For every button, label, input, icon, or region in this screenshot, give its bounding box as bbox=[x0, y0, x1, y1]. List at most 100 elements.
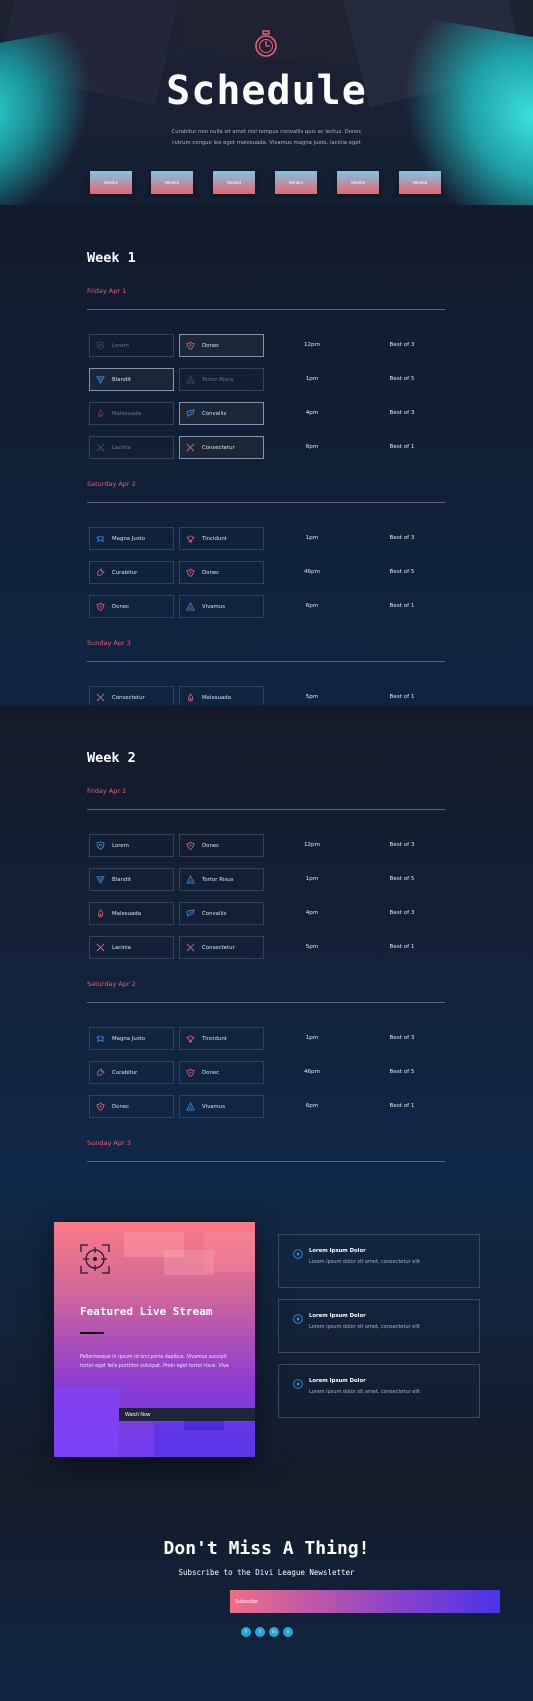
watch-now-button[interactable]: Watch Now bbox=[119, 1408, 255, 1421]
team-card-2[interactable]: Tortor Risus bbox=[179, 868, 264, 891]
eagle-icon bbox=[186, 1035, 195, 1043]
match-format: Best of 5 bbox=[389, 376, 415, 382]
team-name: Donec bbox=[112, 1103, 130, 1110]
beast-icon bbox=[186, 841, 195, 850]
team-card-2[interactable]: Donec bbox=[179, 834, 264, 857]
dragon-icon bbox=[97, 1068, 105, 1076]
team-name: Tortor Risus bbox=[202, 376, 234, 383]
team-name: Donec bbox=[202, 842, 220, 849]
team-card-1[interactable]: Curabitur bbox=[89, 561, 174, 584]
pixel-decoration bbox=[54, 1387, 119, 1457]
team-card-2[interactable]: Convallis bbox=[179, 902, 264, 925]
team-name: Curabitur bbox=[112, 1069, 138, 1076]
stream-list-item[interactable]: Lorem Ipsum Dolor Lorem ipsum dolor sit a… bbox=[278, 1234, 480, 1288]
play-icon bbox=[293, 1249, 303, 1259]
stream-list-item[interactable]: Lorem Ipsum Dolor Lorem ipsum dolor sit a… bbox=[278, 1299, 480, 1353]
team-name: Tincidunt bbox=[202, 1035, 227, 1042]
team-name: Lacinia bbox=[112, 944, 131, 951]
stream-list-item[interactable]: Lorem Ipsum Dolor Lorem ipsum dolor sit a… bbox=[278, 1364, 480, 1418]
beast-icon bbox=[96, 1102, 105, 1111]
shield-icon bbox=[96, 841, 105, 850]
match-time: 4pm bbox=[305, 910, 319, 916]
emblem-icon bbox=[96, 876, 105, 884]
day-divider bbox=[87, 309, 445, 310]
team-card-2[interactable]: Vivamus bbox=[179, 1095, 264, 1118]
match-format: Best of 3 bbox=[389, 842, 415, 848]
team-card-2[interactable]: Consectetur bbox=[179, 436, 264, 459]
team-card-2[interactable]: Tortor Risus bbox=[179, 368, 264, 391]
team-card-1[interactable]: Malesuada bbox=[89, 402, 174, 425]
team-card-2[interactable]: Tincidunt bbox=[179, 1027, 264, 1050]
stream-item-description: Lorem ipsum dolor sit amet, consectetur … bbox=[309, 1389, 421, 1395]
team-name: Consectetur bbox=[202, 944, 235, 951]
facebook-icon[interactable]: f bbox=[241, 1627, 251, 1637]
team-name: Magna Justo bbox=[112, 1035, 146, 1042]
team-card-1[interactable]: Lorem bbox=[89, 334, 174, 357]
team-card-2[interactable]: Vivamus bbox=[179, 595, 264, 618]
team-name: Consectetur bbox=[112, 694, 145, 701]
subscribe-button[interactable]: Subscribe bbox=[230, 1590, 500, 1613]
vimeo-icon[interactable]: v bbox=[283, 1627, 293, 1637]
week-button-4[interactable]: Week4 bbox=[275, 171, 317, 194]
play-icon bbox=[293, 1314, 303, 1324]
match-format: Best of 3 bbox=[389, 410, 415, 416]
team-card-1[interactable]: Lacinia bbox=[89, 436, 174, 459]
team-card-2[interactable]: Donec bbox=[179, 334, 264, 357]
day-label: Saturday Apr 2 bbox=[87, 480, 136, 488]
team-card-2[interactable]: Donec bbox=[179, 1061, 264, 1084]
week-button-2[interactable]: Week2 bbox=[151, 171, 193, 194]
team-card-1[interactable]: Donec bbox=[89, 595, 174, 618]
team-name: Donec bbox=[202, 342, 220, 349]
team-card-2[interactable]: Consectetur bbox=[179, 936, 264, 959]
team-card-1[interactable]: Blandit bbox=[89, 368, 174, 391]
wing-icon bbox=[186, 409, 195, 418]
team-name: Malesuada bbox=[202, 694, 232, 701]
linkedin-icon[interactable]: in bbox=[269, 1627, 279, 1637]
peak-icon bbox=[186, 375, 195, 384]
hero-light-left bbox=[0, 25, 100, 205]
match-format: Best of 1 bbox=[389, 444, 415, 450]
team-card-1[interactable]: Blandit bbox=[89, 868, 174, 891]
team-card-2[interactable]: Tincidunt bbox=[179, 527, 264, 550]
twitter-icon[interactable]: t bbox=[255, 1627, 265, 1637]
team-card-1[interactable]: Magna Justo bbox=[89, 527, 174, 550]
eagle-icon bbox=[186, 535, 195, 543]
match-time: 1pm bbox=[305, 376, 319, 382]
match-time: 1pm bbox=[305, 876, 319, 882]
team-card-1[interactable]: Malesuada bbox=[89, 902, 174, 925]
stream-title: Featured Live Stream bbox=[80, 1305, 213, 1318]
week-section: Week 1 Friday Apr 1 Lorem Donec 12pm Best of … bbox=[0, 205, 533, 743]
match-format: Best of 1 bbox=[389, 694, 415, 700]
hero-description: Curabitur non nulla sit amet nisl tempus… bbox=[171, 129, 362, 146]
title-divider bbox=[80, 1332, 104, 1334]
flame-icon bbox=[187, 693, 194, 702]
team-name: Blandit bbox=[112, 376, 131, 383]
week-button-6[interactable]: Week6 bbox=[399, 171, 441, 194]
stream-item-description: Lorem ipsum dolor sit amet, consectetur … bbox=[309, 1259, 421, 1265]
team-card-1[interactable]: Lacinia bbox=[89, 936, 174, 959]
team-name: Convallis bbox=[202, 410, 227, 417]
match-time: 46pm bbox=[303, 569, 321, 575]
match-time: 4pm bbox=[305, 410, 319, 416]
team-card-1[interactable]: Magna Justo bbox=[89, 1027, 174, 1050]
team-card-2[interactable]: Convallis bbox=[179, 402, 264, 425]
week-button-1[interactable]: Week1 bbox=[90, 171, 132, 194]
team-card-1[interactable]: Lorem bbox=[89, 834, 174, 857]
team-card-2[interactable]: Donec bbox=[179, 561, 264, 584]
match-format: Best of 5 bbox=[389, 876, 415, 882]
hawk-icon bbox=[96, 1036, 105, 1042]
page-title: Schedule bbox=[166, 68, 367, 114]
newsletter-subtitle: Subscribe to the Divi League Newsletter bbox=[178, 1568, 355, 1577]
hero-section: Schedule Curabitur non nulla sit amet ni… bbox=[0, 0, 533, 205]
beast-icon bbox=[186, 341, 195, 350]
match-time: 12pm bbox=[303, 842, 321, 848]
day-divider bbox=[87, 809, 445, 810]
week-button-3[interactable]: Week3 bbox=[213, 171, 255, 194]
day-label: Sunday Apr 3 bbox=[87, 1139, 131, 1147]
team-card-1[interactable]: Curabitur bbox=[89, 1061, 174, 1084]
team-card-1[interactable]: Donec bbox=[89, 1095, 174, 1118]
week-button-5[interactable]: Week5 bbox=[337, 171, 379, 194]
match-format: Best of 1 bbox=[389, 1103, 415, 1109]
team-name: Convallis bbox=[202, 910, 227, 917]
match-format: Best of 3 bbox=[389, 535, 415, 541]
